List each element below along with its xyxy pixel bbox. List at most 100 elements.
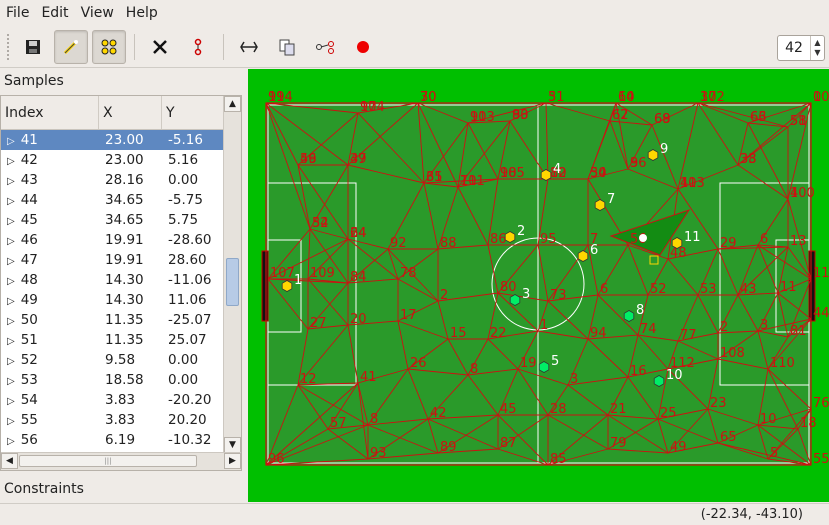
vertex-label: 19 (520, 356, 537, 371)
expand-arrow-icon[interactable]: ▷ (7, 136, 15, 147)
table-row[interactable]: ▷ 48 14.30 -11.06 (1, 270, 224, 290)
vertex-label: 77 (680, 328, 697, 343)
copy-button[interactable] (270, 30, 304, 64)
chevron-down-icon[interactable]: ▼ (814, 48, 820, 58)
vertex-label: 69 (654, 112, 671, 127)
expand-arrow-icon[interactable]: ▷ (7, 376, 15, 387)
expand-arrow-icon[interactable]: ▷ (7, 176, 15, 187)
table-row[interactable]: ▷ 50 11.35 -25.07 (1, 310, 224, 330)
menu-file[interactable]: File (0, 0, 35, 26)
table-row[interactable]: ▷ 56 6.19 -10.32 (1, 430, 224, 450)
field-drawing[interactable]: 99 70 31 60 37 097103 90 62 68 66 5846 3935 101105 82… (248, 69, 829, 502)
record-button[interactable] (346, 30, 380, 64)
samples-table: Index X Y ▷ 41 23.00 -5.16 ▷ 42 23.00 5.16 ▷ 43 28… (0, 95, 242, 471)
cursor-coordinates: (-22.34, -43.10) (700, 507, 803, 522)
vertex-label: 80 (500, 280, 517, 295)
scroll-right-button[interactable]: ▶ (224, 453, 241, 469)
expand-arrow-icon[interactable]: ▷ (7, 156, 15, 167)
expand-arrow-icon[interactable]: ▷ (7, 256, 15, 267)
cell-text: 46 (20, 232, 38, 248)
cell-y: -11.06 (162, 272, 224, 288)
cell-text: 0.00 (168, 352, 199, 368)
select-tool-button[interactable] (54, 29, 88, 64)
vertex-label: 109 (310, 266, 335, 281)
horizontal-scroll-thumb[interactable]: ||| (19, 455, 197, 467)
vertex-label: 55 (813, 452, 829, 467)
vertex-label: 14 (618, 90, 635, 105)
vertex-label: 27 (310, 316, 327, 331)
table-row[interactable]: ▷ 55 3.83 20.20 (1, 410, 224, 430)
cell-text: 19.91 (105, 252, 144, 268)
horizontal-scrollbar[interactable]: ◀ ||| ▶ (1, 452, 241, 470)
expand-arrow-icon[interactable]: ▷ (7, 236, 15, 247)
cell-y: 28.60 (162, 252, 224, 268)
chevron-up-icon[interactable]: ▲ (814, 38, 820, 48)
save-button[interactable] (16, 30, 50, 64)
expand-arrow-icon[interactable]: ▷ (7, 356, 15, 367)
table-row[interactable]: ▷ 46 19.91 -28.60 (1, 230, 224, 250)
samples-title[interactable]: Samples (4, 73, 64, 89)
cell-text: 28.60 (168, 252, 207, 268)
cell-index: ▷ 54 (1, 392, 99, 408)
expand-arrow-icon[interactable]: ▷ (7, 316, 15, 327)
spinbox-arrows[interactable]: ▲ ▼ (810, 36, 824, 60)
vertical-scrollbar[interactable]: ▲ ▼ (223, 96, 241, 453)
vertex-label: 11 (780, 280, 797, 295)
vertex-label: 43 (740, 282, 757, 297)
expand-arrow-icon[interactable]: ▷ (7, 276, 15, 287)
table-row[interactable]: ▷ 53 18.58 0.00 (1, 370, 224, 390)
yellow-player (504, 231, 516, 243)
table-row[interactable]: ▷ 44 34.65 -5.75 (1, 190, 224, 210)
table-row[interactable]: ▷ 47 19.91 28.60 (1, 250, 224, 270)
table-row[interactable]: ▷ 45 34.65 5.75 (1, 210, 224, 230)
cell-index: ▷ 55 (1, 412, 99, 428)
cell-text: 23.00 (105, 132, 144, 148)
cell-text: 11.06 (168, 292, 207, 308)
scroll-left-button[interactable]: ◀ (1, 453, 18, 469)
scroll-down-button[interactable]: ▼ (224, 437, 241, 453)
expand-arrow-icon[interactable]: ▷ (7, 196, 15, 207)
menu-help[interactable]: Help (120, 0, 164, 26)
scroll-up-button[interactable]: ▲ (224, 96, 241, 112)
sample-spinbox[interactable]: 42 ▲ ▼ (777, 35, 825, 61)
table-row[interactable]: ▷ 51 11.35 25.07 (1, 330, 224, 350)
vertex-label: 93 (370, 446, 387, 461)
delete-button[interactable] (143, 30, 177, 64)
vertex-label: 79 (610, 436, 627, 451)
link-button[interactable] (308, 30, 342, 64)
scroll-thumb[interactable] (226, 258, 239, 306)
menu-edit[interactable]: Edit (35, 0, 74, 26)
column-x[interactable]: X (99, 96, 162, 129)
cell-index: ▷ 46 (1, 232, 99, 248)
table-row[interactable]: ▷ 49 14.30 11.06 (1, 290, 224, 310)
save-icon (26, 39, 40, 54)
table-row[interactable]: ▷ 54 3.83 -20.20 (1, 390, 224, 410)
green-player (623, 310, 635, 322)
vertex-label: 18 (800, 416, 817, 431)
vertex-label: 91 (470, 110, 487, 125)
spinbox-value[interactable]: 42 (778, 40, 810, 56)
soccer-field-canvas[interactable]: 99 70 31 60 37 0 97 103 90 62 68 66 58 46 39 35 101 105 82… (248, 69, 829, 502)
expand-arrow-icon[interactable]: ▷ (7, 336, 15, 347)
expand-arrow-icon[interactable]: ▷ (7, 416, 15, 427)
vertex-label: 3 (570, 372, 578, 387)
cell-text: 0.00 (168, 372, 199, 388)
column-y[interactable]: Y (162, 96, 224, 129)
vertex-label: 2 (720, 320, 728, 335)
toolbar-grip[interactable] (6, 32, 10, 61)
expand-arrow-icon[interactable]: ▷ (7, 436, 15, 447)
vertex-label: 87 (500, 436, 517, 451)
expand-arrow-icon[interactable]: ▷ (7, 296, 15, 307)
menu-view[interactable]: View (75, 0, 120, 26)
column-index[interactable]: Index (1, 96, 99, 129)
expand-arrow-icon[interactable]: ▷ (7, 216, 15, 227)
table-row[interactable]: ▷ 43 28.16 0.00 (1, 170, 224, 190)
table-row[interactable]: ▷ 41 23.00 -5.16 (1, 130, 224, 150)
formation-tool-button[interactable] (92, 29, 126, 64)
expand-arrow-icon[interactable]: ▷ (7, 396, 15, 407)
table-row[interactable]: ▷ 52 9.58 0.00 (1, 350, 224, 370)
table-row[interactable]: ▷ 42 23.00 5.16 (1, 150, 224, 170)
constraints-title[interactable]: Constraints (4, 481, 84, 497)
reverse-button[interactable] (232, 30, 266, 64)
split-button[interactable] (181, 30, 215, 64)
